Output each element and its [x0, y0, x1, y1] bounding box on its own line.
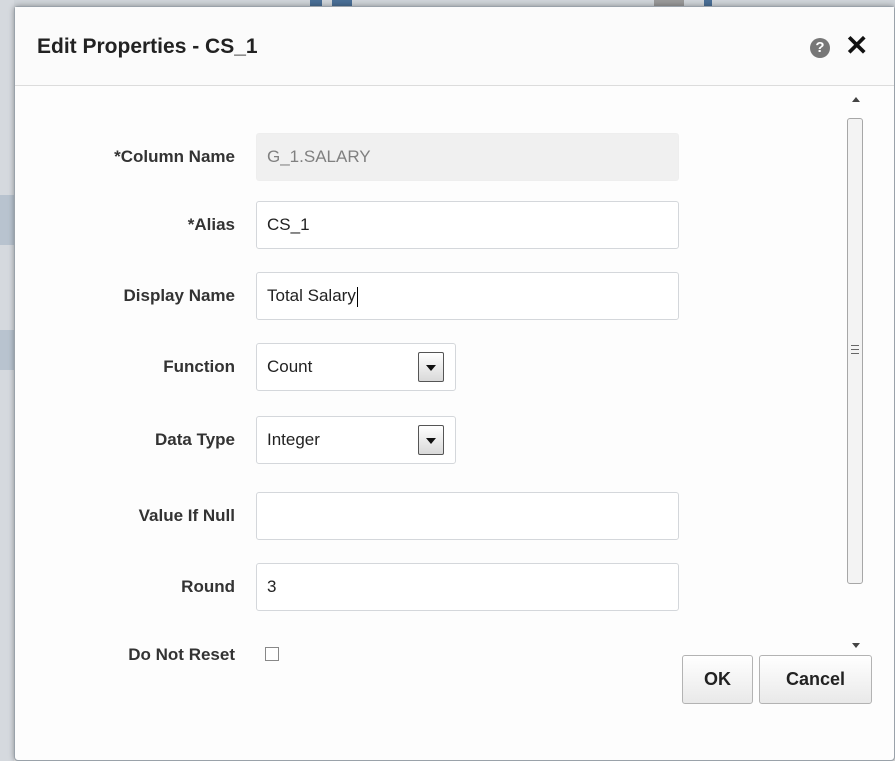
data-type-row: Data Type Integer	[15, 416, 855, 464]
display-name-input[interactable]: Total Salary	[256, 272, 679, 320]
function-row: Function Count	[15, 343, 855, 391]
column-name-label: *Column Name	[114, 147, 235, 166]
background-app	[0, 0, 14, 761]
grip-icon	[851, 345, 859, 354]
column-name-row: *Column Name G_1.SALARY	[15, 133, 855, 181]
ok-button[interactable]: OK	[682, 655, 753, 704]
function-select[interactable]: Count	[256, 343, 456, 391]
scroll-up-arrow-icon[interactable]	[852, 97, 860, 102]
background-strip	[0, 330, 14, 370]
close-icon[interactable]: ✕	[845, 31, 868, 61]
round-row: Round 3	[15, 563, 855, 611]
edit-properties-dialog: Edit Properties - CS_1 ? ✕ *Column Name …	[14, 6, 895, 761]
help-icon[interactable]: ?	[810, 38, 830, 58]
display-name-row: Display Name Total Salary	[15, 272, 855, 320]
scroll-down-arrow-icon[interactable]	[852, 643, 860, 648]
display-name-label: Display Name	[123, 286, 236, 305]
round-label: Round	[181, 577, 235, 596]
alias-label: *Alias	[187, 215, 235, 234]
chevron-down-icon[interactable]	[418, 352, 444, 382]
data-type-value: Integer	[267, 430, 320, 449]
scrollbar-thumb[interactable]	[847, 118, 863, 584]
value-if-null-label: Value If Null	[138, 506, 235, 525]
cancel-button[interactable]: Cancel	[759, 655, 872, 704]
value-if-null-row: Value If Null	[15, 492, 855, 540]
do-not-reset-checkbox[interactable]	[265, 647, 279, 661]
round-input[interactable]: 3	[256, 563, 679, 611]
background-strip	[0, 195, 14, 245]
form-scrollbar[interactable]	[847, 87, 865, 670]
data-type-select[interactable]: Integer	[256, 416, 456, 464]
alias-row: *Alias CS_1	[15, 201, 855, 249]
alias-input[interactable]: CS_1	[256, 201, 679, 249]
display-name-value: Total Salary	[267, 286, 356, 305]
function-value: Count	[267, 357, 313, 376]
dialog-title: Edit Properties - CS_1	[37, 35, 258, 58]
chevron-down-icon[interactable]	[418, 425, 444, 455]
value-if-null-input[interactable]	[256, 492, 679, 540]
column-name-field: G_1.SALARY	[256, 133, 679, 181]
function-label: Function	[163, 357, 235, 376]
properties-form: *Column Name G_1.SALARY *Alias CS_1 Disp…	[15, 86, 855, 676]
data-type-label: Data Type	[155, 430, 235, 449]
dialog-titlebar: Edit Properties - CS_1 ? ✕	[15, 7, 894, 86]
do-not-reset-label: Do Not Reset	[128, 645, 235, 664]
